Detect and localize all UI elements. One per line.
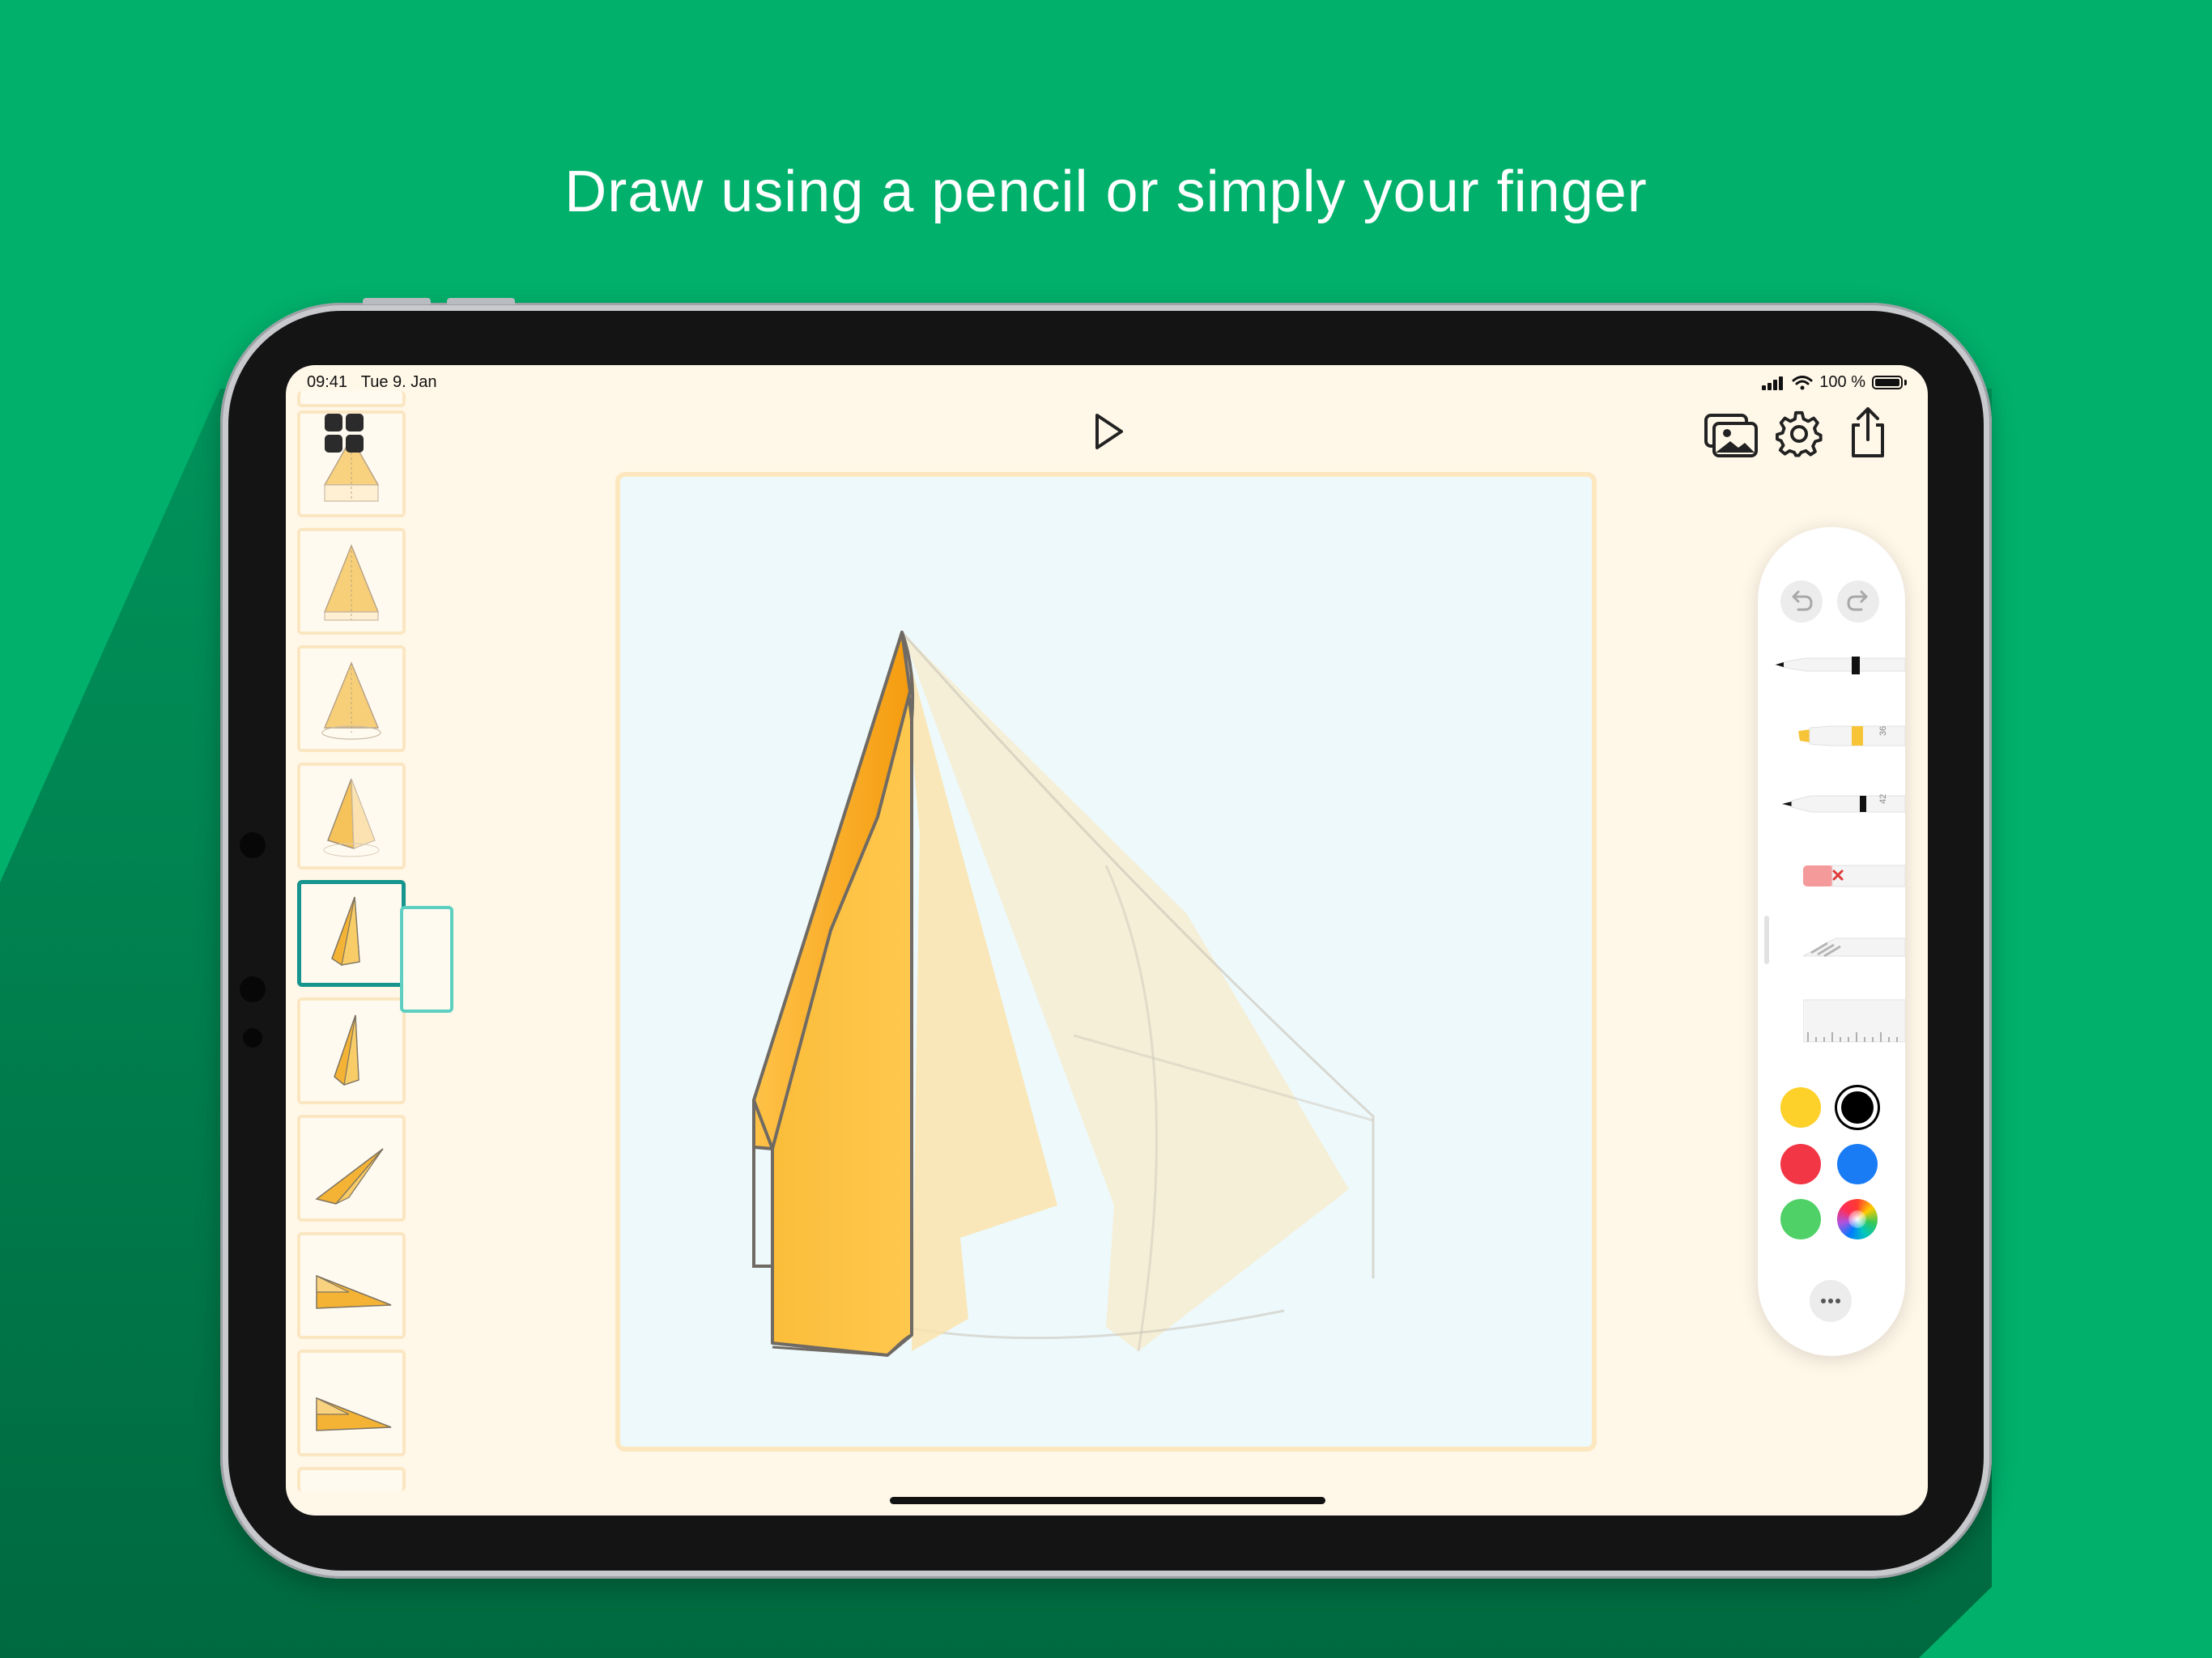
app-screen: 09:41 Tue 9. Jan 100 % 36 42	[286, 365, 1928, 1516]
grid-icon	[346, 414, 364, 432]
headline: Draw using a pencil or simply your finge…	[564, 159, 1648, 224]
sensor-dot	[243, 1028, 262, 1048]
status-bar-right: 100 %	[1761, 373, 1907, 392]
ellipsis-icon	[1821, 1299, 1840, 1303]
frame-thumbnail[interactable]	[297, 1467, 406, 1491]
marker-tool[interactable]: 36	[1798, 718, 1905, 754]
swatch-red[interactable]	[1780, 1144, 1821, 1184]
tool-palette: 36 42	[1758, 527, 1905, 1356]
more-button[interactable]	[1810, 1280, 1852, 1322]
share-icon[interactable]	[1847, 406, 1889, 459]
home-indicator[interactable]	[890, 1497, 1325, 1504]
status-date: Tue 9. Jan	[360, 373, 437, 391]
marker-width: 36	[1878, 726, 1888, 736]
battery-label: 100 %	[1819, 373, 1865, 391]
camera-dot	[240, 832, 266, 858]
frame-drawing	[315, 1148, 384, 1205]
grid-icon	[346, 435, 364, 453]
canvas-drawing	[752, 631, 1375, 1357]
undo-button[interactable]	[1780, 580, 1823, 623]
frame-thumbnail[interactable]	[297, 1350, 406, 1456]
frame-thumbnail[interactable]	[297, 528, 406, 635]
frame-filmstrip[interactable]	[297, 391, 410, 1516]
swatch-black-selected[interactable]	[1837, 1087, 1878, 1128]
battery-tip	[1904, 380, 1907, 385]
frame-thumbnail[interactable]	[297, 1115, 406, 1222]
swatch-green[interactable]	[1780, 1199, 1821, 1239]
new-frame-slot[interactable]	[400, 906, 453, 1013]
gear-icon[interactable]	[1776, 410, 1824, 459]
swatch-yellow[interactable]	[1780, 1087, 1821, 1128]
pencil-width: 42	[1878, 794, 1888, 804]
volume-button	[447, 298, 515, 304]
frame-drawing	[323, 778, 380, 857]
frame-drawing	[321, 661, 381, 740]
grid-button[interactable]	[323, 412, 367, 456]
redo-icon	[1847, 590, 1868, 611]
frame-thumbnail[interactable]	[297, 997, 406, 1104]
frame-drawing	[316, 1274, 392, 1309]
palette-drag-handle[interactable]	[1764, 916, 1769, 964]
undo-icon	[1792, 590, 1813, 611]
status-time: 09:41	[307, 373, 348, 391]
frame-thumbnail[interactable]	[297, 763, 406, 869]
swatch-blue[interactable]	[1837, 1144, 1878, 1184]
frame-drawing	[323, 543, 380, 621]
frame-thumbnail[interactable]	[297, 645, 406, 752]
frame-drawing	[331, 896, 360, 966]
frame-drawing	[316, 1397, 392, 1431]
lasso-tool[interactable]	[1803, 929, 1905, 964]
ruler-tool[interactable]	[1803, 997, 1905, 1045]
signal-icon	[1762, 376, 1784, 390]
frame-drawing	[334, 1014, 359, 1086]
color-picker[interactable]	[1837, 1199, 1878, 1239]
pencil-tool[interactable]: 42	[1782, 786, 1905, 822]
battery-icon	[1872, 376, 1903, 389]
grid-icon	[325, 414, 342, 432]
pen-tool[interactable]	[1774, 648, 1905, 681]
frame-thumbnail-selected[interactable]	[297, 880, 406, 987]
status-bar-left: 09:41 Tue 9. Jan	[307, 373, 437, 392]
redo-button[interactable]	[1837, 580, 1879, 623]
frame-thumbnail[interactable]	[297, 391, 406, 407]
gallery-icon[interactable]	[1703, 410, 1759, 459]
volume-button	[363, 298, 431, 304]
sensor-dot	[240, 976, 266, 1002]
frame-thumbnail[interactable]	[297, 1232, 406, 1339]
eraser-tool[interactable]	[1803, 859, 1905, 891]
color-picker-center	[1848, 1210, 1866, 1228]
play-icon[interactable]	[1089, 410, 1128, 453]
wifi-icon	[1792, 375, 1813, 389]
grid-icon	[325, 435, 342, 453]
drawing-canvas[interactable]	[615, 472, 1597, 1452]
